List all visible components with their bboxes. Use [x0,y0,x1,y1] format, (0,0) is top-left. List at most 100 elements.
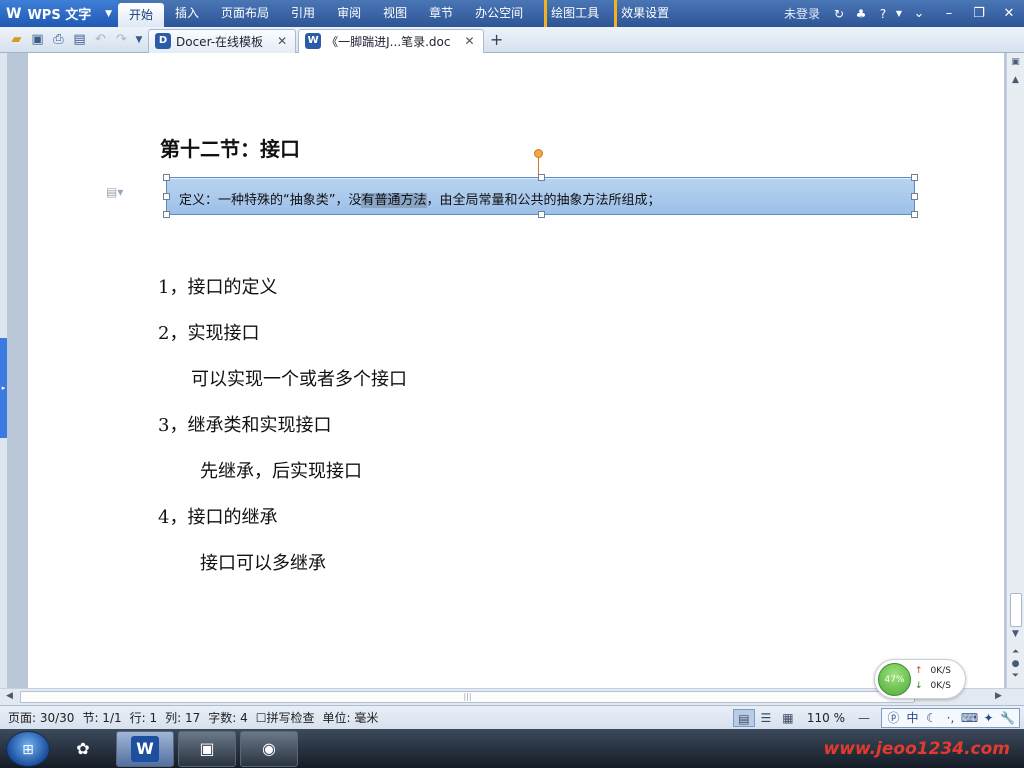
start-button[interactable]: ⊞ [6,730,50,767]
horizontal-scrollbar[interactable]: ◀ ||| ▶ [0,688,1024,705]
resize-handle-bottom[interactable] [538,211,545,218]
vertical-scroll-thumb[interactable] [1010,593,1022,627]
menu-references[interactable]: 引用 [280,0,326,27]
network-speed-widget[interactable]: 47% ↑ 0K/S ↓ 0K/S [874,659,966,699]
selected-text-box[interactable]: 定义：一种特殊的“抽象类”，没有普通方法，由全局常量和公共的抽象方法所组成； [163,174,918,218]
menu-drawing-tools[interactable]: 绘图工具 [544,0,610,27]
list-item-detail: 可以实现一个或者多个接口 [191,369,407,390]
ime-halfwidth-icon[interactable]: ☾ [922,711,941,725]
taskbar-media-app[interactable]: ▣ [178,730,236,767]
zoom-level[interactable]: 110 % [799,711,853,725]
restore-icon[interactable]: ❐ [964,6,994,21]
word-doc-icon: W [305,33,322,49]
download-speed: ↓ 0K/S [915,681,951,691]
textbox-text-before: 定义：一种特殊的“抽象类”，没 [179,193,362,208]
new-tab-icon[interactable]: + [484,30,510,49]
page-view-icon[interactable]: ▤ [732,708,755,727]
status-unit[interactable]: 单位: 毫米 [315,709,379,726]
menu-page-layout[interactable]: 页面布局 [210,0,280,27]
close-icon[interactable]: ✕ [994,6,1024,21]
web-view-icon[interactable]: ▦ [777,709,799,727]
ime-logo-icon[interactable]: ⓟ [884,709,903,726]
status-row: 行: 1 [129,711,158,725]
redo-icon[interactable]: ↷ [111,30,132,50]
resize-handle-bottom-left[interactable] [163,211,170,218]
ime-toolbar[interactable]: ⓟ 中 ☾ ·, ⌨ ✦ 🔧 [881,707,1020,728]
status-section: 节: 1/1 [82,711,122,725]
previous-page-icon[interactable]: ⏶ [1009,647,1022,657]
next-page-icon[interactable]: ⏷ [1009,671,1022,681]
scroll-left-icon[interactable]: ◀ [6,691,13,701]
undo-icon[interactable]: ↶ [90,30,111,50]
resize-handle-right[interactable] [911,193,918,200]
help-dropdown-icon[interactable]: ▼ [894,9,904,18]
print-icon[interactable]: ⎙ [48,30,69,50]
download-speed-value: 0K/S [930,681,951,691]
menu-insert[interactable]: 插入 [164,0,210,27]
status-column: 列: 17 [165,711,201,725]
site-watermark: www.jeoo1234.com [823,738,1010,759]
ruler-toggle-icon[interactable]: ▣ [1009,57,1022,67]
sync-icon[interactable]: ↻ [828,7,850,21]
vertical-scrollbar[interactable]: ▣ ▲ ▼ ⏶ ● ⏷ [1006,53,1024,688]
minimize-icon[interactable]: – [934,6,964,21]
help-icon[interactable]: ? [872,7,894,21]
open-folder-icon[interactable]: ▰ [6,30,27,50]
login-status[interactable]: 未登录 [776,5,828,22]
taskbar-app-colors-icon[interactable]: ✿ [54,731,112,767]
tab-close-icon[interactable]: ✕ [464,34,474,48]
checkbox-icon: ☐ [255,711,267,725]
textbox-text[interactable]: 定义：一种特殊的“抽象类”，没有普通方法，由全局常量和公共的抽象方法所组成； [179,189,661,208]
chevron-down-icon: ▼ [105,8,112,19]
wps-logo-icon: W [6,5,22,22]
print-preview-icon[interactable]: ▤ [69,30,90,50]
scroll-down-icon[interactable]: ▼ [1009,629,1022,639]
document-page[interactable]: 第十二节：接口 ▤▾ 定义：一种特殊的“抽象类”，没有普通方法，由全局常量和公共… [28,53,1004,688]
statusbar-right: ▤ ☰ ▦ 110 % — ⓟ 中 ☾ ·, ⌨ ✦ 🔧 [732,707,1024,728]
list-item: 1，接口的定义 [158,277,278,298]
recorder-app-icon: ◉ [262,739,276,758]
status-bar: 页面: 30/30 节: 1/1 行: 1 列: 17 字数: 4 ☐拼写检查 … [0,705,1024,729]
app-menu-button[interactable]: W WPS 文字 ▼ [0,0,118,27]
ime-skin-icon[interactable]: ✦ [979,711,998,725]
side-panel-toggle[interactable]: ▸ [0,338,7,438]
resize-handle-bottom-right[interactable] [911,211,918,218]
status-page[interactable]: 页面: 30/30 [0,709,74,726]
tab-close-icon[interactable]: ✕ [277,34,287,48]
skin-icon[interactable]: ♣ [850,7,872,21]
menu-review[interactable]: 审阅 [326,0,372,27]
scroll-right-icon[interactable]: ▶ [995,691,1002,701]
ime-chinese-toggle[interactable]: 中 [903,709,922,726]
resize-handle-top-right[interactable] [911,174,918,181]
tab-docer-templates[interactable]: D Docer-在线模板 ✕ [148,28,297,53]
horizontal-scroll-thumb[interactable]: ||| [20,691,915,703]
menu-office-space[interactable]: 办公空间 [464,0,534,27]
quick-access-dropdown-icon[interactable]: ▼ [132,30,146,50]
ime-settings-icon[interactable]: 🔧 [998,711,1017,725]
ime-punctuation-icon[interactable]: ·, [941,711,960,725]
menu-sections[interactable]: 章节 [418,0,464,27]
docer-icon: D [155,33,171,49]
status-word-count[interactable]: 字数: 4 [200,709,248,726]
taskbar-recorder-app[interactable]: ◉ [240,730,298,767]
taskbar-wps-writer[interactable]: W [116,730,174,767]
zoom-out-icon[interactable]: — [853,709,875,727]
spell-check-toggle[interactable]: ☐拼写检查 [248,709,315,726]
menu-effect-settings[interactable]: 效果设置 [614,0,680,27]
spell-check-label: 拼写检查 [266,711,315,725]
resize-handle-top[interactable] [538,174,545,181]
menu-home[interactable]: 开始 [118,3,165,27]
rotate-handle[interactable] [534,149,543,158]
save-icon[interactable]: ▣ [27,30,48,50]
select-browse-icon[interactable]: ● [1009,659,1022,669]
outline-view-icon[interactable]: ☰ [755,709,777,727]
tab-document[interactable]: W 《一脚踹进J...笔录.doc ✕ [298,28,484,53]
resize-handle-left[interactable] [163,193,170,200]
resize-handle-top-left[interactable] [163,174,170,181]
ime-keyboard-icon[interactable]: ⌨ [960,711,979,725]
textbox-text-highlighted: 有普通方法 [361,193,427,208]
paragraph-layout-icon[interactable]: ▤▾ [106,185,123,199]
menu-view[interactable]: 视图 [372,0,418,27]
collapse-ribbon-icon[interactable]: ⌄ [904,6,934,21]
scroll-up-icon[interactable]: ▲ [1009,75,1022,85]
